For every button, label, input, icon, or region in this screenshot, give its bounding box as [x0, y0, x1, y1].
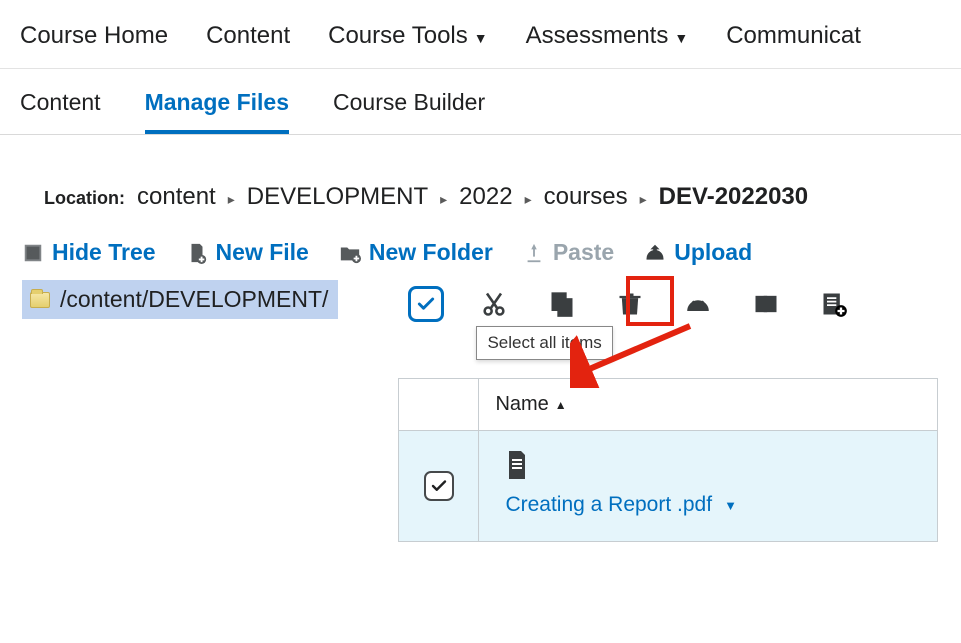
breadcrumb-part[interactable]: content — [137, 183, 216, 211]
new-folder-icon — [339, 242, 361, 264]
paste-button: Paste — [523, 239, 614, 266]
file-icon — [505, 451, 529, 479]
file-toolbar: Hide Tree New File New Folder Paste Uplo… — [0, 225, 961, 280]
tab-manage-files[interactable]: Manage Files — [145, 89, 289, 134]
hide-tree-button[interactable]: Hide Tree — [22, 239, 156, 266]
row-checkbox[interactable] — [424, 471, 454, 501]
nav-assessments[interactable]: Assessments▼ — [526, 22, 689, 50]
breadcrumb-label: Location: — [44, 188, 125, 209]
new-file-icon — [186, 242, 208, 264]
new-folder-button[interactable]: New Folder — [339, 239, 493, 266]
file-link[interactable]: Creating a Report .pdf ▼ — [505, 493, 917, 517]
breadcrumb-current: DEV-2022030 — [659, 183, 808, 211]
chevron-down-icon: ▼ — [474, 30, 488, 46]
tab-course-builder[interactable]: Course Builder — [333, 89, 485, 134]
download-button[interactable] — [680, 286, 716, 322]
nav-course-home[interactable]: Course Home — [20, 22, 168, 50]
sort-asc-icon: ▲ — [555, 398, 567, 412]
breadcrumb-part[interactable]: 2022 — [459, 183, 512, 211]
select-all-checkbox[interactable] — [408, 286, 444, 322]
nav-content[interactable]: Content — [206, 22, 290, 50]
breadcrumb-separator: ▸ — [440, 191, 447, 208]
collapse-icon — [22, 242, 44, 264]
primary-nav: Course Home Content Course Tools▼ Assess… — [0, 0, 961, 69]
breadcrumb: Location: content ▸ DEVELOPMENT ▸ 2022 ▸… — [0, 135, 961, 225]
column-name-header[interactable]: Name ▲ — [479, 379, 937, 430]
breadcrumb-separator: ▸ — [228, 191, 235, 208]
tab-content[interactable]: Content — [20, 89, 101, 134]
secondary-nav: Content Manage Files Course Builder — [0, 69, 961, 135]
file-table: Name ▲ Creating a Report .pdf ▼ — [398, 378, 938, 542]
new-file-button[interactable]: New File — [186, 239, 309, 266]
folder-tree: /content/DEVELOPMENT/ — [22, 280, 338, 319]
chevron-down-icon[interactable]: ▼ — [724, 498, 737, 513]
table-header: Name ▲ — [399, 379, 937, 431]
tree-root-folder[interactable]: /content/DEVELOPMENT/ — [22, 280, 338, 319]
nav-communication[interactable]: Communicat — [726, 22, 861, 50]
breadcrumb-separator: ▸ — [525, 191, 532, 208]
chevron-down-icon: ▼ — [674, 30, 688, 46]
upload-icon — [644, 242, 666, 264]
annotation-highlight — [626, 276, 674, 326]
upload-button[interactable]: Upload — [644, 239, 752, 266]
paste-icon — [523, 242, 545, 264]
nav-course-tools[interactable]: Course Tools▼ — [328, 22, 488, 50]
table-row: Creating a Report .pdf ▼ — [399, 431, 937, 541]
file-action-bar: Select all items — [398, 280, 938, 328]
zip-button[interactable] — [748, 286, 784, 322]
breadcrumb-part[interactable]: courses — [544, 183, 628, 211]
breadcrumb-separator: ▸ — [640, 191, 647, 208]
copy-button[interactable] — [544, 286, 580, 322]
cut-button[interactable] — [476, 286, 512, 322]
breadcrumb-part[interactable]: DEVELOPMENT — [247, 183, 428, 211]
folder-path: /content/DEVELOPMENT/ — [60, 286, 328, 313]
add-content-button[interactable] — [816, 286, 852, 322]
folder-icon — [30, 292, 50, 308]
select-all-tooltip: Select all items — [476, 326, 612, 360]
